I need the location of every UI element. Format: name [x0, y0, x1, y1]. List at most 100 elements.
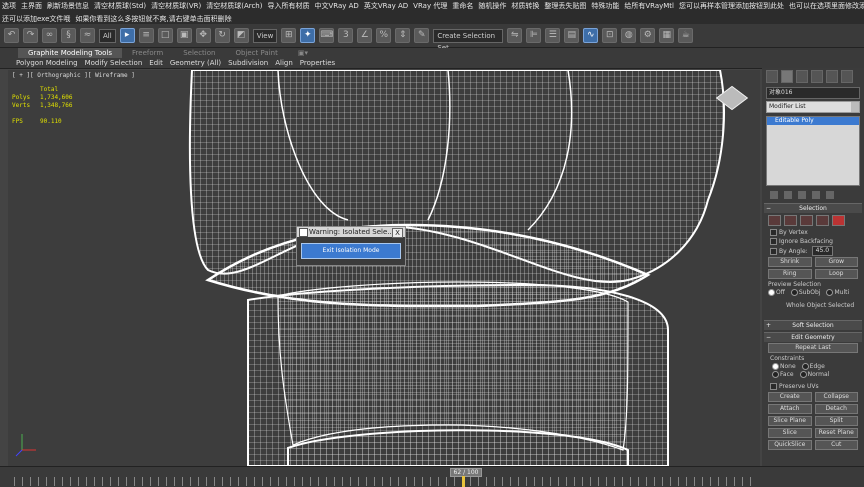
bind-spacewarp-icon[interactable]: ≈: [80, 28, 95, 43]
select-manipulate-icon[interactable]: ✦: [300, 28, 316, 43]
ribbon-properties[interactable]: Properties: [300, 58, 335, 68]
render-production-icon[interactable]: ☕: [678, 28, 694, 43]
ribbon-polygon-modeling[interactable]: Polygon Modeling: [16, 58, 78, 68]
modify-tab-icon[interactable]: [781, 70, 793, 83]
menu-item-2[interactable]: 刷新场景信息: [47, 1, 89, 12]
show-end-result-icon[interactable]: [784, 191, 792, 199]
exit-isolation-mode-button[interactable]: Exit Isolation Mode: [301, 243, 401, 259]
ribbon-modify-selection[interactable]: Modify Selection: [85, 58, 143, 68]
preview-off-radio[interactable]: Off: [768, 289, 785, 297]
ignore-backfacing-checkbox[interactable]: Ignore Backfacing: [762, 237, 864, 246]
ribbon-edit[interactable]: Edit: [149, 58, 163, 68]
schematic-view-icon[interactable]: ⊡: [602, 28, 618, 43]
rollout-soft-selection[interactable]: + Soft Selection: [764, 320, 862, 330]
menu-item-14[interactable]: 特殊功能: [591, 1, 619, 12]
menu-item-17[interactable]: 也可以在选项里面修改添加按钮: [789, 1, 864, 12]
make-unique-icon[interactable]: [798, 191, 806, 199]
rect-selection-icon[interactable]: □: [157, 28, 173, 43]
ribbon-options-icon[interactable]: ▣▾: [288, 48, 318, 58]
ribbon-geometry[interactable]: Geometry (All): [170, 58, 221, 68]
menu-item-0[interactable]: 选项: [2, 1, 16, 12]
select-object-icon[interactable]: ▸: [119, 28, 135, 43]
loop-button[interactable]: Loop: [814, 269, 858, 279]
menu-item-7[interactable]: 中文VRay AD: [314, 1, 358, 12]
link-icon[interactable]: ∞: [42, 28, 57, 43]
mirror-icon[interactable]: ⇋: [507, 28, 523, 43]
hierarchy-tab-icon[interactable]: [796, 70, 808, 83]
preserve-uvs-checkbox[interactable]: Preserve UVs: [762, 382, 864, 391]
unlink-icon[interactable]: §: [61, 28, 76, 43]
modifier-list-dropdown[interactable]: Modifier List: [766, 101, 860, 113]
menu-item-11[interactable]: 随机操作: [478, 1, 506, 12]
pivot-icon[interactable]: ⊞: [281, 28, 297, 43]
polygon-subobj-icon[interactable]: [816, 215, 829, 226]
chevron-down-icon[interactable]: [851, 102, 859, 112]
menu-item-row2-1[interactable]: 如果你看到这么多按钮就不爽,请右键单击面积删除: [75, 14, 231, 24]
menu-item-15[interactable]: 给所有VRayMtl: [624, 1, 674, 12]
tab-selection[interactable]: Selection: [173, 48, 225, 58]
tab-graphite-modeling[interactable]: Graphite Modeling Tools: [18, 48, 123, 58]
menu-item-16[interactable]: 您可以再样本管理添加按钮到此处: [679, 1, 784, 12]
rollout-edit-geometry[interactable]: − Edit Geometry: [764, 332, 862, 342]
preview-multi-radio[interactable]: Multi: [826, 289, 849, 297]
cut-button[interactable]: Cut: [814, 440, 858, 450]
redo-icon[interactable]: ↷: [23, 28, 38, 43]
split-checkbox[interactable]: Split: [814, 416, 858, 426]
menu-item-4[interactable]: 清空材质球(VR): [151, 1, 201, 12]
move-icon[interactable]: ✥: [195, 28, 211, 43]
rotate-icon[interactable]: ↻: [214, 28, 230, 43]
viewport-label[interactable]: [ + ][ Orthographic ][ Wireframe ]: [12, 72, 135, 79]
selection-set-dropdown[interactable]: Create Selection Set: [433, 28, 504, 52]
edit-named-sets-icon[interactable]: ✎: [414, 28, 430, 43]
stack-item-editable-poly[interactable]: Editable Poly: [767, 117, 859, 125]
window-crossing-icon[interactable]: ▣: [176, 28, 192, 43]
curve-editor-icon[interactable]: ∿: [583, 28, 599, 43]
ribbon-subdivision[interactable]: Subdivision: [228, 58, 268, 68]
menu-item-13[interactable]: 整理丢失贴图: [544, 1, 586, 12]
menu-item-10[interactable]: 重命名: [452, 1, 473, 12]
by-vertex-checkbox[interactable]: By Vertex: [762, 228, 864, 237]
element-subobj-icon[interactable]: [832, 215, 845, 226]
repeat-last-button[interactable]: Repeat Last: [768, 343, 858, 353]
menu-item-12[interactable]: 材质转换: [511, 1, 539, 12]
tab-freeform[interactable]: Freeform: [122, 48, 173, 58]
collapse-button[interactable]: Collapse: [814, 392, 858, 402]
slice-plane-button[interactable]: Slice Plane: [768, 416, 812, 426]
menu-item-1[interactable]: 主界面: [21, 1, 42, 12]
time-slider[interactable]: 62 / 100: [450, 468, 482, 477]
border-subobj-icon[interactable]: [800, 215, 813, 226]
menu-item-row2-0[interactable]: 还可以添加exe文件哦: [2, 14, 70, 24]
keyboard-shortcut-icon[interactable]: ⌨: [319, 28, 335, 43]
reference-coord-dropdown[interactable]: View: [252, 28, 278, 43]
constraint-face-radio[interactable]: Face: [772, 371, 794, 379]
align-icon[interactable]: ⊫: [526, 28, 542, 43]
by-angle-input[interactable]: 45.0: [811, 246, 834, 256]
close-button[interactable]: X: [392, 228, 403, 238]
constraint-edge-radio[interactable]: Edge: [801, 363, 825, 371]
menu-item-8[interactable]: 英文VRay AD: [364, 1, 408, 12]
menu-item-3[interactable]: 清空材质球(Std): [94, 1, 146, 12]
create-button[interactable]: Create: [768, 392, 812, 402]
undo-icon[interactable]: ↶: [4, 28, 19, 43]
remove-modifier-icon[interactable]: [812, 191, 820, 199]
graphite-toggle-icon[interactable]: ▤: [564, 28, 580, 43]
utilities-tab-icon[interactable]: [841, 70, 853, 83]
slice-button[interactable]: Slice: [768, 428, 812, 438]
rollout-selection[interactable]: − Selection: [764, 203, 862, 213]
attach-button[interactable]: Attach: [768, 404, 812, 414]
grow-button[interactable]: Grow: [814, 257, 858, 267]
selection-filter-dropdown[interactable]: All: [99, 28, 116, 43]
detach-button[interactable]: Detach: [814, 404, 858, 414]
time-marker[interactable]: [462, 476, 465, 487]
by-angle-checkbox[interactable]: By Angle: 45.0: [762, 246, 864, 256]
display-tab-icon[interactable]: [826, 70, 838, 83]
warning-title-bar[interactable]: Warning: Isolated Sele... X: [297, 227, 405, 238]
vertex-subobj-icon[interactable]: [768, 215, 781, 226]
layer-manager-icon[interactable]: ☰: [545, 28, 561, 43]
ring-button[interactable]: Ring: [768, 269, 812, 279]
viewport-orthographic[interactable]: [ + ][ Orthographic ][ Wireframe ] Total…: [8, 70, 760, 466]
rendered-frame-icon[interactable]: ▦: [659, 28, 675, 43]
edge-subobj-icon[interactable]: [784, 215, 797, 226]
percent-snap-icon[interactable]: %: [376, 28, 392, 43]
select-by-name-icon[interactable]: ≡: [138, 28, 154, 43]
